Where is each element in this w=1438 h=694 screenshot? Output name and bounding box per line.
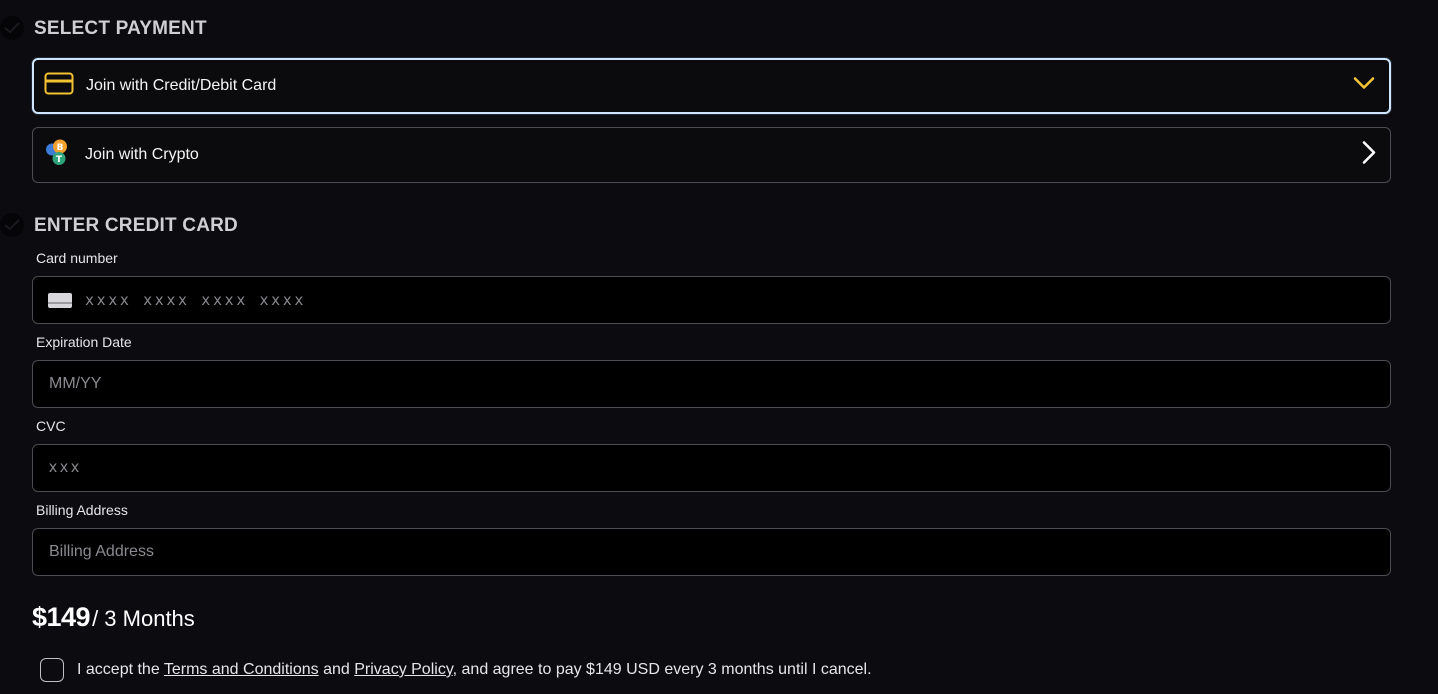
- privacy-policy-link[interactable]: Privacy Policy: [354, 661, 452, 678]
- expiration-date-input[interactable]: [33, 361, 1390, 407]
- price-amount: $149: [32, 602, 91, 632]
- price-period: / 3 Months: [92, 606, 195, 631]
- terms-link[interactable]: Terms and Conditions: [164, 661, 319, 678]
- cvc-input[interactable]: [33, 445, 1390, 491]
- credit-card-option-label: Join with Credit/Debit Card: [86, 77, 277, 94]
- billing-address-field[interactable]: [32, 528, 1391, 576]
- billing-address-label: Billing Address: [36, 502, 128, 518]
- crypto-option[interactable]: B T Join with Crypto: [32, 127, 1391, 183]
- billing-address-input[interactable]: [33, 529, 1390, 575]
- terms-and: and: [323, 661, 350, 678]
- svg-text:B: B: [57, 143, 64, 153]
- enter-credit-card-heading: ENTER CREDIT CARD: [34, 215, 238, 236]
- cvc-label: CVC: [36, 418, 66, 434]
- terms-text: I accept the Terms and Conditions and Pr…: [77, 661, 872, 679]
- expiration-date-field[interactable]: [32, 360, 1391, 408]
- price-summary: $149 / 3 Months: [32, 602, 195, 633]
- terms-row: I accept the Terms and Conditions and Pr…: [40, 658, 872, 682]
- accept-terms-checkbox[interactable]: [40, 658, 64, 682]
- step-check-icon: [0, 16, 24, 40]
- crypto-coins-icon: B T: [43, 138, 71, 173]
- cvc-field[interactable]: [32, 444, 1391, 492]
- crypto-option-label: Join with Crypto: [85, 146, 199, 163]
- chevron-down-icon: [1353, 77, 1375, 96]
- terms-prefix: I accept the: [77, 661, 160, 678]
- step-check-icon: [0, 213, 24, 237]
- svg-text:T: T: [56, 155, 63, 165]
- expiration-date-label: Expiration Date: [36, 334, 132, 350]
- credit-card-option[interactable]: Join with Credit/Debit Card: [32, 58, 1391, 114]
- select-payment-heading: SELECT PAYMENT: [34, 18, 207, 39]
- card-number-input[interactable]: [33, 277, 1390, 323]
- chevron-right-icon: [1362, 141, 1376, 170]
- card-number-label: Card number: [36, 250, 118, 266]
- card-number-field[interactable]: [32, 276, 1391, 324]
- terms-suffix: , and agree to pay $149 USD every 3 mont…: [452, 661, 872, 678]
- credit-card-icon: [44, 72, 74, 101]
